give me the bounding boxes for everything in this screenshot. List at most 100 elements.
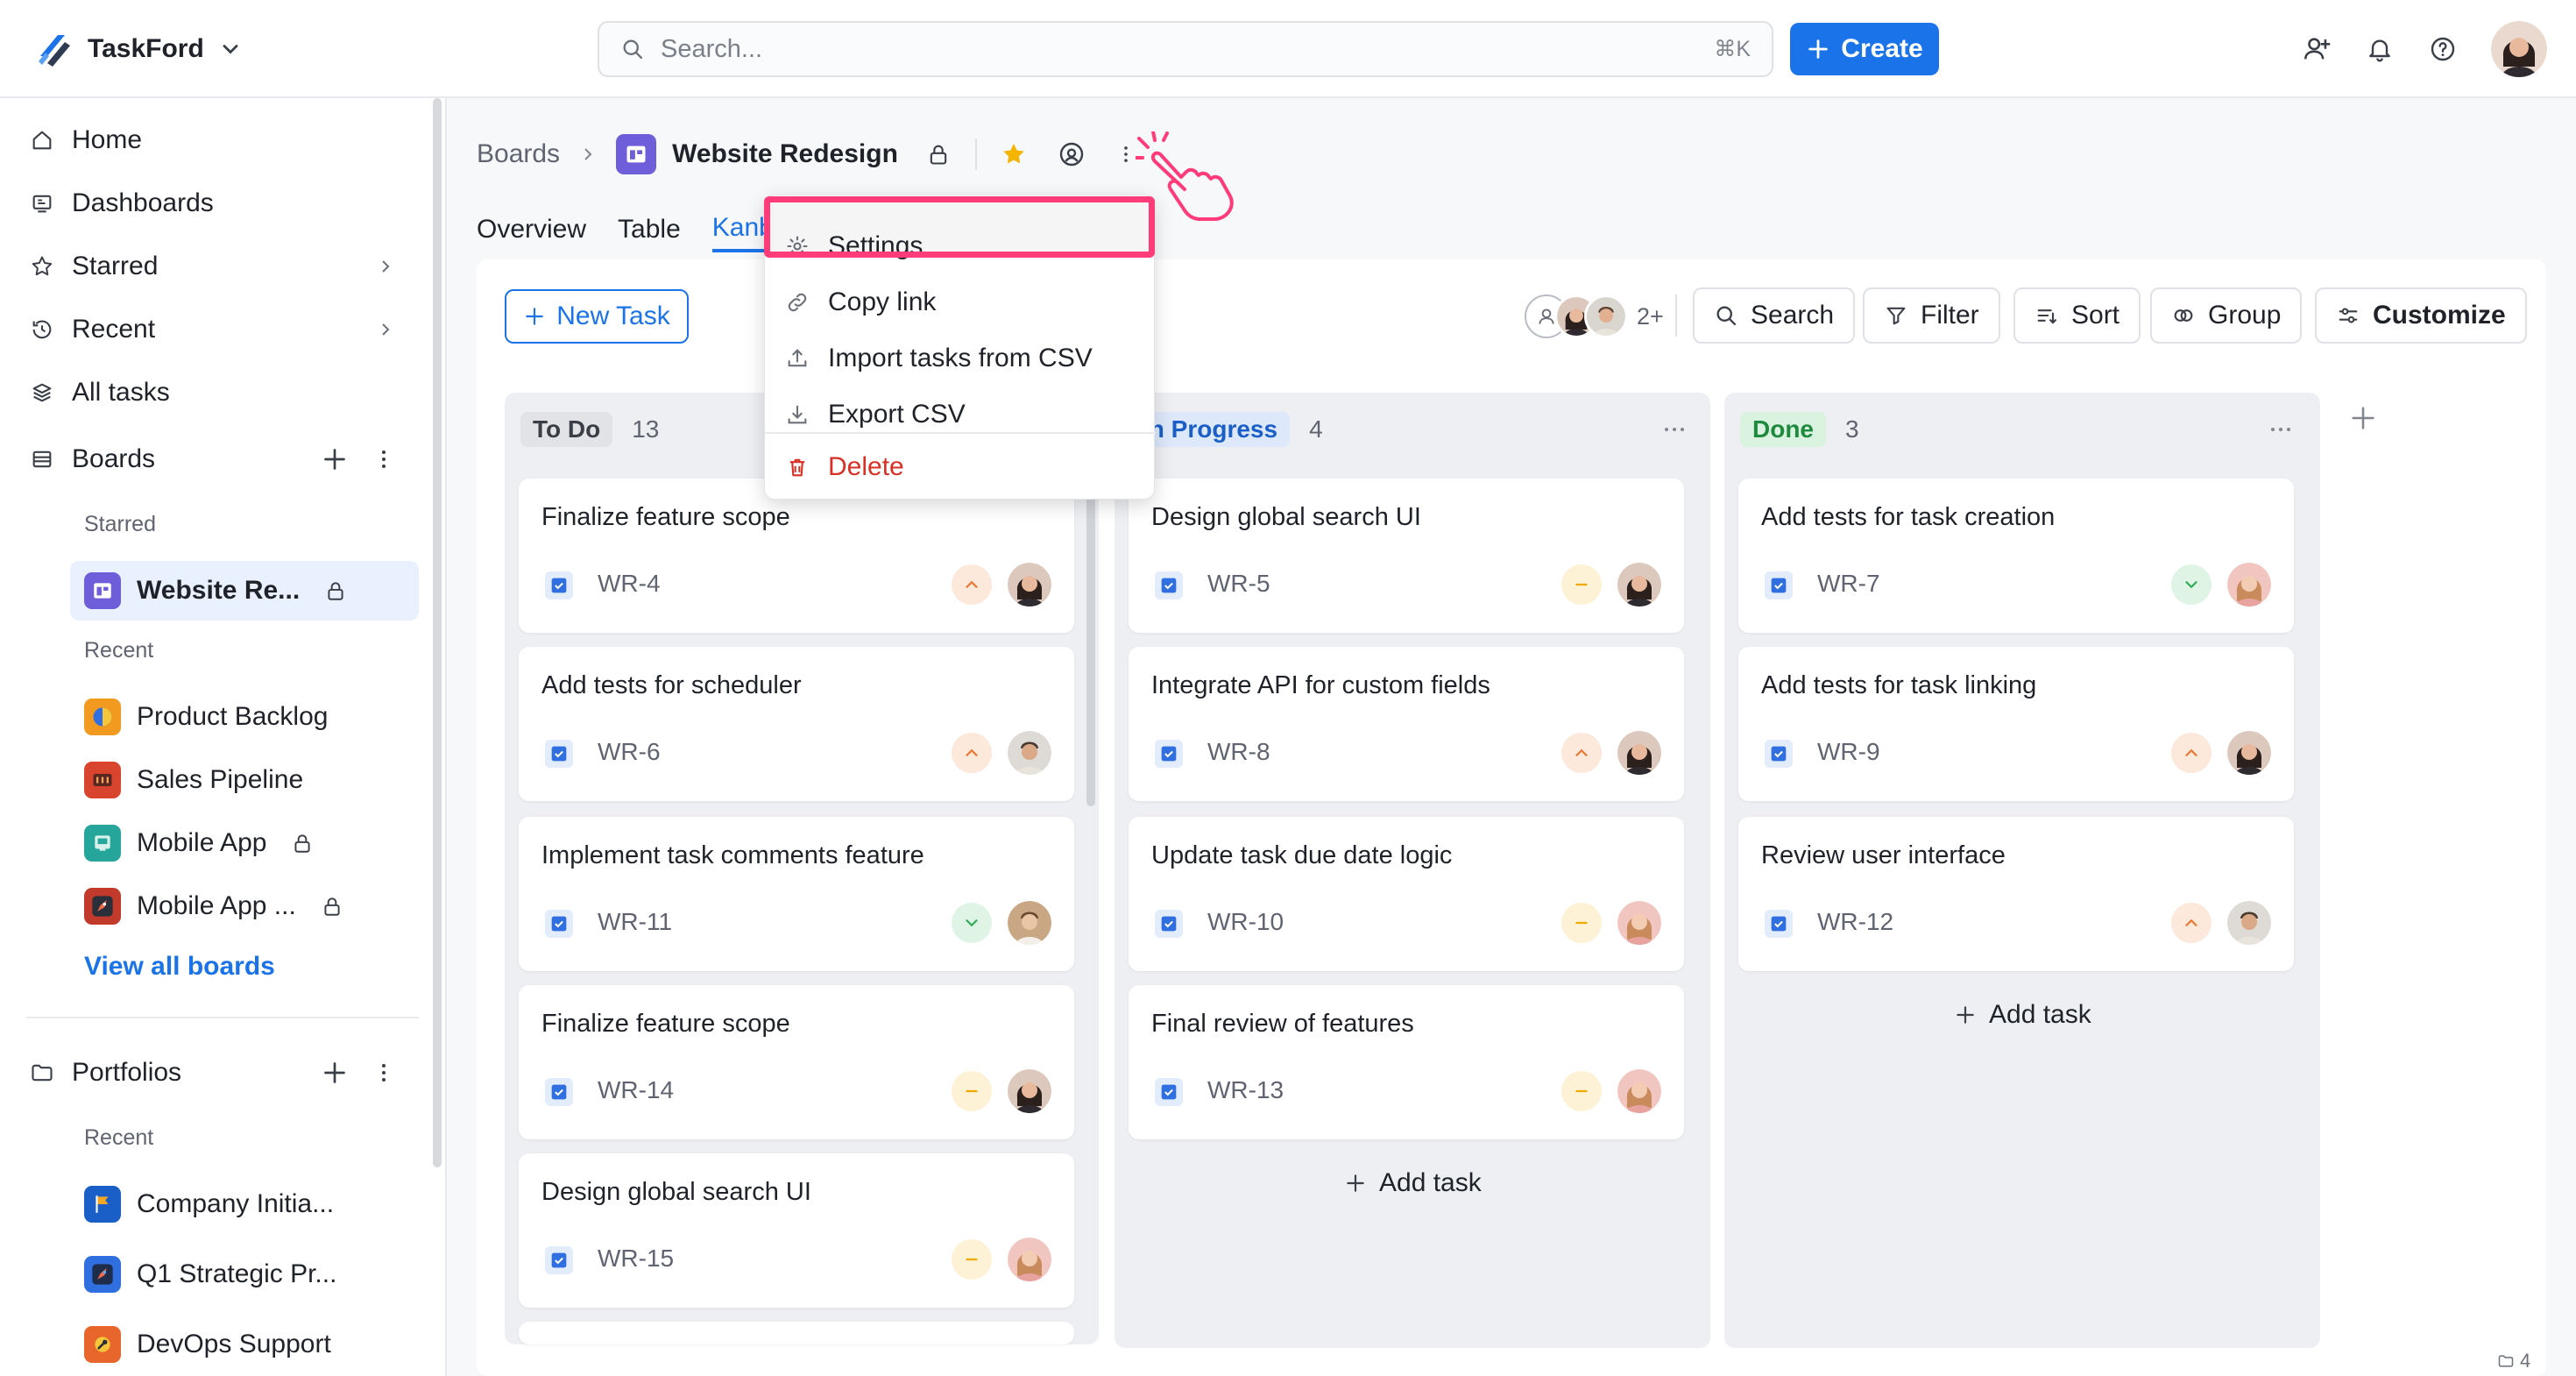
- sort-button[interactable]: Sort: [2013, 287, 2141, 344]
- customize-button[interactable]: Customize: [2315, 287, 2527, 344]
- filter-button[interactable]: Filter: [1863, 287, 2000, 344]
- sidebar-board-website-redesign[interactable]: Website Re...: [70, 561, 419, 621]
- sidebar-portfolio-q1-strategic[interactable]: Q1 Strategic Pr...: [70, 1245, 419, 1304]
- assignee-avatar[interactable]: [1008, 901, 1051, 945]
- tab-table[interactable]: Table: [618, 207, 681, 252]
- sidebar-item-dashboards[interactable]: Dashboards: [26, 177, 214, 230]
- add-task-button[interactable]: Add task: [1954, 994, 2091, 1036]
- assignee-avatar[interactable]: [2227, 731, 2271, 775]
- group-button[interactable]: Group: [2150, 287, 2303, 344]
- task-card[interactable]: Update task due date logic WR-10: [1129, 817, 1684, 971]
- assignee-avatar[interactable]: [1617, 901, 1661, 945]
- task-card[interactable]: Integrate API for custom fields WR-8: [1129, 647, 1684, 801]
- priority-high-icon[interactable]: [952, 733, 992, 773]
- bell-icon[interactable]: [2362, 32, 2397, 67]
- sidebar-item-all-tasks[interactable]: All tasks: [26, 366, 170, 419]
- chevron-right-icon[interactable]: [375, 319, 396, 340]
- more-vertical-icon[interactable]: [373, 443, 394, 475]
- task-key: WR-12: [1817, 908, 1894, 935]
- global-search-input[interactable]: Search... ⌘K: [598, 21, 1773, 77]
- star-filled-icon[interactable]: [1000, 140, 1028, 168]
- priority-medium-icon[interactable]: [952, 1239, 992, 1280]
- sidebar-board-mobile-app[interactable]: Mobile App: [70, 813, 419, 873]
- sidebar-portfolios-header[interactable]: Portfolios: [26, 1046, 181, 1099]
- link-icon: [784, 289, 810, 316]
- more-vertical-icon[interactable]: [373, 1057, 394, 1089]
- chevron-right-icon[interactable]: [375, 256, 396, 277]
- assignee-avatar[interactable]: [1008, 563, 1051, 606]
- more-horizontal-icon[interactable]: [2268, 419, 2294, 440]
- add-column-icon[interactable]: [2348, 403, 2378, 433]
- sidebar-item-home[interactable]: Home: [26, 114, 142, 167]
- assignee-avatar[interactable]: [1008, 731, 1051, 775]
- priority-medium-icon[interactable]: [1561, 1071, 1602, 1111]
- invite-user-icon[interactable]: [2299, 32, 2334, 67]
- task-card[interactable]: Finalize feature scope WR-14: [519, 985, 1074, 1139]
- sidebar-board-sales-pipeline[interactable]: Sales Pipeline: [70, 750, 419, 810]
- task-card[interactable]: Design global search UI WR-5: [1129, 479, 1684, 633]
- assignee-avatar[interactable]: [1617, 731, 1661, 775]
- assignee-avatar[interactable]: [1008, 1238, 1051, 1281]
- breadcrumb-boards-link[interactable]: Boards: [477, 139, 560, 169]
- watch-icon[interactable]: [1058, 140, 1086, 168]
- help-icon[interactable]: [2425, 32, 2460, 67]
- task-card[interactable]: Finalize feature scope WR-4: [519, 479, 1074, 633]
- new-task-button[interactable]: New Task: [505, 289, 689, 344]
- search-icon: [623, 39, 643, 60]
- assignee-avatar[interactable]: [1617, 1069, 1661, 1113]
- priority-high-icon[interactable]: [2171, 733, 2212, 773]
- priority-low-icon[interactable]: [2171, 564, 2212, 605]
- assignee-avatar[interactable]: [1617, 563, 1661, 606]
- priority-low-icon[interactable]: [952, 903, 992, 943]
- menu-item-delete[interactable]: Delete: [784, 443, 904, 492]
- sidebar-board-product-backlog[interactable]: Product Backlog: [70, 687, 419, 747]
- sidebar-board-mobile-app-2[interactable]: Mobile App ...: [70, 876, 419, 936]
- sidebar-boards-header[interactable]: Boards: [26, 433, 155, 486]
- priority-medium-icon[interactable]: [1561, 564, 1602, 605]
- sidebar-portfolio-company-initiatives[interactable]: Company Initia...: [70, 1174, 419, 1234]
- add-board-icon[interactable]: [319, 443, 350, 475]
- task-card[interactable]: Design global search UI WR-15: [519, 1153, 1074, 1308]
- checkbox-task-icon: [545, 1078, 573, 1106]
- task-card[interactable]: Implement task comments feature WR-11: [519, 817, 1074, 971]
- menu-item-import-csv[interactable]: Import tasks from CSV: [784, 334, 1093, 383]
- more-horizontal-icon[interactable]: [1661, 419, 1688, 440]
- task-card[interactable]: Add tests for scheduler WR-6: [519, 647, 1074, 801]
- search-button[interactable]: Search: [1693, 287, 1856, 344]
- task-card[interactable]: Add tests for task creation WR-7: [1738, 479, 2294, 633]
- footer-indicator: 4: [2497, 1350, 2530, 1372]
- task-title: Integrate API for custom fields: [1151, 671, 1490, 699]
- checkbox-task-icon: [545, 1246, 573, 1274]
- sidebar-item-starred[interactable]: Starred: [26, 240, 158, 293]
- add-task-button[interactable]: Add task: [1344, 1162, 1482, 1204]
- tab-kanban[interactable]: Kanban: [711, 207, 772, 252]
- star-icon: [26, 251, 58, 282]
- assignee-avatar[interactable]: [2227, 563, 2271, 606]
- checkbox-task-icon: [1155, 740, 1183, 768]
- assignee-avatar[interactable]: [2227, 901, 2271, 945]
- task-card[interactable]: Review user interface WR-12: [1738, 817, 2294, 971]
- add-portfolio-icon[interactable]: [319, 1057, 350, 1089]
- task-card[interactable]: Final review of features WR-13: [1129, 985, 1684, 1139]
- group-button-label: Group: [2208, 301, 2282, 330]
- tab-overview[interactable]: Overview: [477, 207, 586, 252]
- sidebar-scrollbar[interactable]: [433, 98, 442, 1167]
- board-members[interactable]: 2+: [1525, 293, 1664, 340]
- create-button[interactable]: Create: [1790, 23, 1939, 75]
- priority-medium-icon[interactable]: [1561, 903, 1602, 943]
- priority-high-icon[interactable]: [952, 564, 992, 605]
- assignee-avatar[interactable]: [1008, 1069, 1051, 1113]
- priority-medium-icon[interactable]: [952, 1071, 992, 1111]
- task-card[interactable]: Add tests for task linking WR-9: [1738, 647, 2294, 801]
- view-all-boards-link[interactable]: View all boards: [84, 952, 275, 982]
- lock-icon: [328, 582, 343, 600]
- sidebar-portfolio-devops-support[interactable]: DevOps Support: [70, 1315, 419, 1374]
- priority-high-icon[interactable]: [1561, 733, 1602, 773]
- user-avatar[interactable]: [2491, 21, 2547, 77]
- sidebar-item-recent[interactable]: Recent: [26, 303, 155, 356]
- priority-high-icon[interactable]: [2171, 903, 2212, 943]
- menu-item-copy-link[interactable]: Copy link: [784, 278, 936, 327]
- workspace-switcher[interactable]: TaskFord: [35, 26, 243, 72]
- task-card-partial[interactable]: [519, 1322, 1074, 1344]
- lock-icon[interactable]: [924, 140, 952, 168]
